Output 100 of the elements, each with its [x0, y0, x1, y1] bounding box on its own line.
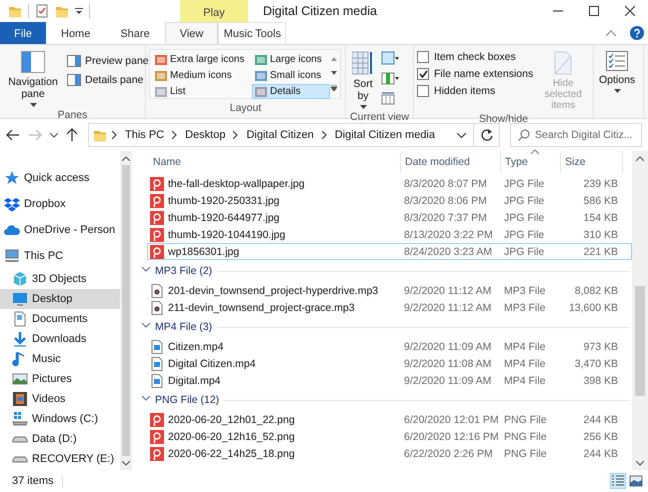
file-name[interactable]: 211-devin_townsend_project-grace.mp3 [168, 302, 355, 314]
nav-item[interactable]: RECOVERY (E:) [0, 449, 120, 469]
view-icon [255, 86, 267, 96]
file-name[interactable]: Citizen.mp4 [168, 340, 224, 352]
scroll-down-icon[interactable] [331, 71, 337, 75]
nav-item[interactable]: 3D Objects [0, 269, 120, 289]
file-row[interactable]: wp1856301.jpg 8/24/2020 3:23 AM JPG File 221 KB [147, 243, 632, 260]
dropdown-icon[interactable] [75, 8, 83, 14]
nav-item[interactable]: Documents [0, 309, 120, 329]
expand-gallery-icon[interactable] [331, 85, 337, 91]
file-name[interactable]: Digital.mp4 [168, 374, 221, 386]
layout-option[interactable]: Details [252, 84, 330, 99]
file-name[interactable]: Digital Citizen.mp4 [168, 358, 256, 370]
breadcrumb[interactable]: Digital Citizen media [332, 129, 438, 141]
help-icon[interactable] [630, 26, 644, 40]
checklist-icon[interactable] [35, 4, 49, 18]
layout-option[interactable]: Medium icons [152, 68, 252, 83]
size-columns-icon[interactable] [381, 91, 395, 105]
column-header[interactable]: Name [153, 156, 182, 168]
file-name[interactable]: 201-devin_townsend_project-hyperdrive.mp3 [168, 284, 378, 296]
video-file-icon [150, 340, 164, 354]
group-by-icon[interactable] [381, 51, 399, 65]
pane-button[interactable]: Preview pane [67, 55, 149, 67]
sort-by-button[interactable]: Sort by [349, 49, 377, 111]
checkbox[interactable]: Hidden items [417, 85, 534, 97]
picture-icon [12, 371, 28, 387]
view-toggle-button[interactable] [610, 473, 626, 489]
checkbox[interactable]: File name extensions [417, 68, 534, 80]
scroll-thumb[interactable] [635, 286, 645, 396]
chevron-down-icon[interactable] [50, 132, 58, 138]
pane-icon [67, 55, 81, 67]
view-toggle-button[interactable] [628, 473, 644, 489]
nav-item[interactable]: Downloads [0, 329, 120, 349]
nav-item[interactable]: Data (D:) [0, 429, 120, 449]
checkmark-icon [418, 70, 428, 78]
file-name[interactable]: 2020-06-20_12h01_22.png [168, 414, 295, 426]
column-header[interactable]: Type [505, 156, 528, 168]
nav-item[interactable]: Videos [0, 389, 120, 409]
breadcrumb[interactable]: Digital Citizen [243, 129, 317, 141]
size-cell-text: 8,082 KB [574, 284, 619, 296]
layout-option[interactable]: List [152, 84, 252, 99]
nav-item[interactable]: Quick access [0, 165, 120, 191]
file-name[interactable]: 2020-06-22_14h25_18.png [168, 448, 295, 460]
group-label: Layout [228, 102, 262, 116]
nav-item[interactable]: Music [0, 349, 120, 369]
caret-icon [360, 105, 366, 109]
column-header[interactable]: Size [565, 156, 586, 168]
up-button[interactable] [66, 128, 78, 142]
options-button[interactable]: Options [597, 49, 638, 95]
group-header[interactable]: PNG File (12) [155, 394, 220, 406]
ribbon-tab[interactable]: Music Tools [218, 22, 286, 44]
view-icon [155, 86, 167, 96]
search-box[interactable]: Search Digital Citiz... [510, 123, 642, 147]
file-name[interactable]: thumb-1920-250331.jpg [168, 194, 280, 206]
window-title: Digital Citizen media [263, 4, 378, 18]
details-view-icon [611, 474, 625, 488]
layout-option[interactable]: Extra large icons [152, 52, 252, 67]
nav-item[interactable]: Dropbox [0, 191, 120, 217]
group-header[interactable]: MP4 File (3) [155, 321, 212, 333]
group-label: Current view [349, 111, 410, 123]
file-name[interactable]: the-fall-desktop-wallpaper.jpg [168, 178, 305, 190]
date-cell-text: 8/3/2020 8:06 PM [403, 194, 488, 206]
group-header[interactable]: MP3 File (2) [155, 265, 212, 277]
nav-item[interactable]: OneDrive - Person [0, 217, 120, 243]
close-icon [625, 6, 635, 16]
ribbon-tab[interactable]: Share [105, 22, 165, 44]
scroll-up-icon[interactable] [331, 57, 337, 61]
checkbox[interactable]: Item check boxes [417, 51, 534, 63]
layout-option[interactable]: Small icons [252, 68, 330, 83]
navigation-pane-button[interactable]: Navigation pane [3, 49, 63, 109]
scroll-thumb[interactable] [122, 165, 130, 456]
date-cell-text: 8/3/2020 7:37 PM [403, 212, 488, 224]
chevron-down-icon[interactable] [456, 132, 466, 138]
ribbon-tab[interactable]: View [164, 22, 218, 44]
add-columns-icon[interactable] [381, 71, 399, 85]
forward-arrow-icon [28, 129, 42, 141]
date-cell-text: 6/20/2020 12:01 PM [403, 414, 500, 426]
nav-item[interactable]: Windows (C:) [0, 409, 120, 429]
layout-option[interactable]: Large icons [252, 52, 330, 67]
nav-item[interactable]: Desktop [0, 289, 120, 309]
image-file-icon [150, 176, 164, 190]
file-name[interactable]: thumb-1920-1044190.jpg [168, 228, 286, 240]
chevron-up-icon[interactable] [606, 30, 616, 36]
chevron-up-icon [122, 156, 130, 160]
breadcrumb[interactable]: This PC [122, 129, 168, 141]
size-cell-text: 221 KB [582, 246, 619, 258]
up-arrow-icon [66, 128, 78, 142]
ribbon-tab[interactable]: File [0, 22, 46, 44]
address-bar[interactable]: This PC Desktop Digital Citizen Digital Citizen media [88, 123, 500, 147]
back-button[interactable] [6, 129, 20, 141]
nav-item[interactable]: Pictures [0, 369, 120, 389]
ribbon-tab[interactable]: Home [46, 22, 106, 44]
audio-file-icon [150, 284, 164, 298]
pane-button[interactable]: Details pane [67, 74, 149, 86]
file-name[interactable]: wp1856301.jpg [168, 246, 240, 258]
nav-item[interactable]: This PC [0, 243, 120, 269]
breadcrumb[interactable]: Desktop [182, 129, 228, 141]
column-header[interactable]: Date modified [405, 156, 470, 168]
file-name[interactable]: 2020-06-20_12h16_52.png [168, 430, 295, 442]
file-name[interactable]: thumb-1920-644977.jpg [168, 212, 280, 224]
